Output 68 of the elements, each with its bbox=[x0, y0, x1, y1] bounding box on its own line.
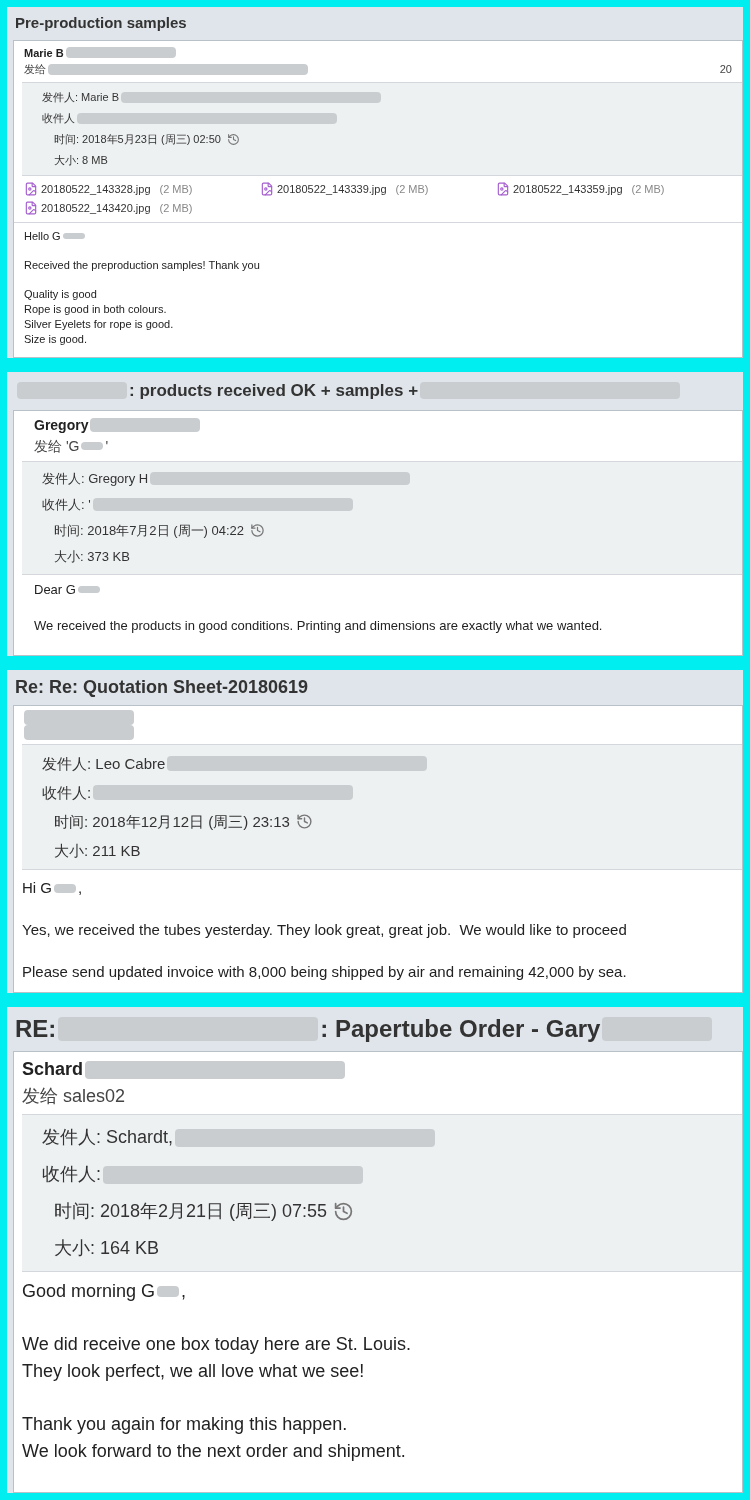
recipient-line: 发给 'G bbox=[34, 436, 80, 456]
recipient-line: 发给 bbox=[24, 62, 46, 77]
email-subject: RE: bbox=[15, 1014, 57, 1044]
body-text: Size is good. bbox=[24, 331, 87, 347]
attachment-size: (2 MB) bbox=[395, 181, 429, 197]
history-icon[interactable] bbox=[295, 813, 313, 830]
redaction-blur bbox=[157, 1286, 180, 1297]
email-subject: Re: Re: Quotation Sheet-20180619 bbox=[15, 676, 309, 699]
image-file-icon bbox=[260, 181, 274, 196]
body-text: We received the products in good conditions. Printing and dimensions are exactly what we wanted. bbox=[34, 616, 603, 635]
time-field: 时间: 2018年7月2日 (周一) 04:22 bbox=[54, 517, 245, 544]
from-field: 发件人: Marie B bbox=[42, 86, 119, 108]
to-field: 收件人: ' bbox=[42, 491, 91, 518]
time-field: 时间: 2018年5月23日 (周三) 02:50 bbox=[54, 128, 221, 150]
email-subject: Pre-production samples bbox=[15, 13, 187, 33]
history-icon[interactable] bbox=[226, 132, 240, 146]
body-text: , bbox=[78, 878, 83, 898]
time-field: 时间: 2018年12月12日 (周三) 23:13 bbox=[54, 807, 290, 836]
size-field: 大小: 373 KB bbox=[54, 548, 130, 564]
size-field: 大小: 211 KB bbox=[54, 842, 141, 859]
from-field: 发件人: Leo Cabre bbox=[42, 749, 166, 778]
attachment-link[interactable]: 20180522_143328.jpg bbox=[41, 180, 151, 197]
image-file-icon bbox=[24, 181, 38, 196]
history-icon[interactable] bbox=[333, 1201, 355, 1222]
time-field: 时间: 2018年2月21日 (周三) 07:55 bbox=[54, 1193, 328, 1230]
redaction-blur bbox=[54, 883, 76, 893]
body-text: They look perfect, we all love what we see! bbox=[22, 1360, 365, 1383]
attachment-size: (2 MB) bbox=[159, 201, 193, 216]
body-text: We did receive one box today here are St. Louis. bbox=[22, 1333, 411, 1356]
body-text: Thank you again for making this happen. bbox=[22, 1413, 348, 1436]
size-field: 大小: 164 KB bbox=[54, 1238, 160, 1258]
attachment-size: (2 MB) bbox=[631, 181, 665, 197]
attachment-size: (2 MB) bbox=[159, 181, 193, 197]
body-text: Hello G bbox=[24, 228, 61, 244]
redaction-blur bbox=[62, 232, 85, 240]
body-text: Good morning G bbox=[22, 1280, 156, 1303]
to-field: 收件人 bbox=[42, 107, 75, 129]
body-text: Quality is good bbox=[24, 286, 97, 302]
from-field: 发件人: Gregory H bbox=[42, 465, 149, 492]
body-text: Please send updated invoice with 8,000 being shipped by air and remaining 42,000 by sea. bbox=[22, 962, 627, 982]
redaction-blur bbox=[81, 441, 104, 451]
recipient-line: ' bbox=[105, 436, 109, 456]
body-text: We look forward to the next order and shipment. bbox=[22, 1440, 406, 1463]
body-text: , bbox=[181, 1280, 187, 1303]
to-field: 收件人: bbox=[42, 778, 92, 807]
body-text: Hi G bbox=[22, 878, 52, 898]
email-subject: : Papertube Order - Gary bbox=[320, 1014, 601, 1044]
body-text: Yes, we received the tubes yesterday. They look great, great job. We would like to proceed bbox=[22, 920, 627, 940]
sender-name: Schard bbox=[22, 1058, 84, 1081]
attachment-link[interactable]: 20180522_143359.jpg bbox=[513, 180, 623, 197]
body-text: Silver Eyelets for rope is good. bbox=[24, 316, 174, 332]
image-file-icon bbox=[24, 201, 38, 216]
to-field: 收件人: bbox=[42, 1156, 101, 1193]
history-icon[interactable] bbox=[250, 523, 266, 538]
from-field: 发件人: Schardt, bbox=[42, 1119, 174, 1156]
email-subject: : products received OK + samples + bbox=[129, 380, 419, 402]
attachment-link[interactable]: 20180522_143420.jpg bbox=[41, 200, 151, 217]
body-text: Received the preproduction samples! Thank you bbox=[24, 257, 260, 273]
recipient-line: 发给 sales02 bbox=[22, 1085, 126, 1108]
sender-name: Marie B bbox=[24, 45, 64, 61]
image-file-icon bbox=[496, 181, 510, 196]
body-text: Dear G bbox=[34, 580, 76, 599]
body-text: Rope is good in both colours. bbox=[24, 301, 167, 317]
attachment-link[interactable]: 20180522_143339.jpg bbox=[277, 180, 387, 197]
size-field: 大小: 8 MB bbox=[54, 153, 108, 166]
sender-name: Gregory bbox=[34, 415, 89, 435]
date-text: 20 bbox=[719, 62, 732, 77]
redaction-blur bbox=[77, 585, 100, 594]
